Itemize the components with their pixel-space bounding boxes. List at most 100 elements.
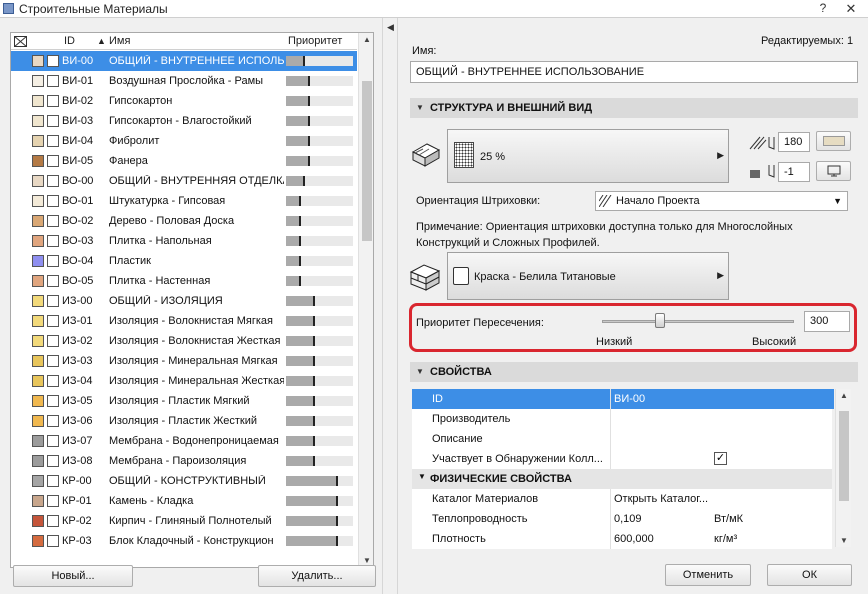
- display-button[interactable]: [816, 161, 851, 181]
- cancel-button[interactable]: Отменить: [665, 564, 751, 586]
- property-value[interactable]: 0,109: [614, 513, 642, 525]
- help-icon[interactable]: ?: [812, 1, 834, 16]
- physical-property-row[interactable]: Теплопроводность 0,109 Вт/мК: [412, 509, 832, 529]
- delete-button[interactable]: Удалить...: [258, 565, 376, 587]
- physical-property-row[interactable]: Плотность 600,000 кг/м³: [412, 529, 832, 549]
- properties-section-header[interactable]: ▼ СВОЙСТВА: [410, 362, 858, 382]
- material-fill-swatch: [32, 275, 44, 287]
- editable-count: Редактируемых: 1: [761, 35, 854, 47]
- material-fill-swatch: [32, 55, 44, 67]
- property-row[interactable]: ID ВИ-00: [412, 389, 832, 409]
- material-row[interactable]: ВО-04 Пластик: [11, 251, 357, 271]
- scroll-down-icon[interactable]: ▼: [363, 556, 371, 565]
- materials-list[interactable]: ID ▲ Имя Приоритет ВИ-00 ОБЩИЙ - ВНУТРЕНН…: [10, 32, 374, 568]
- material-row[interactable]: КР-01 Камень - Кладка: [11, 491, 357, 511]
- chevron-right-icon: ▶: [717, 150, 724, 160]
- material-row[interactable]: ВИ-04 Фибролит: [11, 131, 357, 151]
- list-scrollbar[interactable]: ▲ ▼: [358, 33, 373, 567]
- priority-bar-fill: [286, 476, 337, 486]
- name-field[interactable]: ОБЩИЙ - ВНУТРЕННЕЕ ИСПОЛЬЗОВАНИЕ: [410, 61, 858, 83]
- priority-bar: [286, 156, 353, 166]
- pen-color-button[interactable]: [816, 131, 851, 151]
- list-rows: ВИ-00ОБЩИЙ - ВНУТРЕННЕЕ ИСПОЛЬЗОВАВИ-01В…: [11, 51, 357, 551]
- scroll-down-icon[interactable]: ▼: [840, 536, 848, 545]
- property-value[interactable]: ВИ-00: [614, 393, 645, 405]
- material-row[interactable]: ВИ-01 Воздушная Прослойка - Рамы: [11, 71, 357, 91]
- pen-color-swatch: [823, 136, 845, 146]
- property-row[interactable]: Описание: [412, 429, 832, 449]
- material-row[interactable]: ИЗ-06 Изоляция - Пластик Жесткий: [11, 411, 357, 431]
- material-surface-swatch: [47, 75, 59, 87]
- close-icon[interactable]: ✕: [840, 1, 862, 16]
- material-row[interactable]: ИЗ-05 Изоляция - Пластик Мягкий: [11, 391, 357, 411]
- checkbox-checked-icon[interactable]: ✓: [714, 452, 727, 465]
- properties-scrollbar[interactable]: ▲ ▼: [835, 389, 851, 547]
- material-row[interactable]: ВИ-05 Фанера: [11, 151, 357, 171]
- material-row[interactable]: ИЗ-07 Мембрана - Водонепроницаемая: [11, 431, 357, 451]
- new-button[interactable]: Новый...: [13, 565, 133, 587]
- priority-slider-knob[interactable]: [654, 313, 665, 328]
- material-row[interactable]: ИЗ-08 Мембрана - Пароизоляция: [11, 451, 357, 471]
- property-row[interactable]: Производитель: [412, 409, 832, 429]
- column-settings-icon[interactable]: [14, 36, 27, 47]
- priority-bar: [286, 516, 353, 526]
- material-row[interactable]: ВИ-00 ОБЩИЙ - ВНУТРЕННЕЕ ИСПОЛЬЗОВА: [11, 51, 357, 71]
- fill-label: 25 %: [480, 151, 506, 163]
- material-row[interactable]: ИЗ-02 Изоляция - Волокнистая Жесткая: [11, 331, 357, 351]
- property-row[interactable]: Участвует в Обнаружении Колл... ✓: [412, 449, 832, 469]
- priority-bar-fill: [286, 516, 337, 526]
- priority-bar-marker: [312, 436, 315, 446]
- surface-button[interactable]: Краска - Белила Титановые ▶: [447, 252, 729, 300]
- property-value[interactable]: Открыть Каталог...: [614, 493, 708, 505]
- pane-splitter[interactable]: ◀: [382, 18, 398, 594]
- collapse-arrow-icon[interactable]: ◀: [387, 22, 394, 33]
- material-row[interactable]: ИЗ-03 Изоляция - Минеральная Мягкая: [11, 351, 357, 371]
- priority-bar-marker: [312, 356, 315, 366]
- material-surface-swatch: [47, 255, 59, 267]
- priority-field[interactable]: 300: [804, 311, 850, 332]
- scroll-thumb[interactable]: [362, 81, 372, 241]
- expand-triangle-icon: ▼: [418, 472, 426, 481]
- pen-field[interactable]: 180: [778, 132, 810, 152]
- material-row[interactable]: ВИ-03 Гипсокартон - Влагостойкий: [11, 111, 357, 131]
- column-header-name[interactable]: Имя: [109, 35, 130, 47]
- material-surface-swatch: [47, 335, 59, 347]
- orientation-label: Ориентация Штриховки:: [416, 195, 541, 207]
- material-row[interactable]: ИЗ-04 Изоляция - Минеральная Жесткая: [11, 371, 357, 391]
- material-row[interactable]: ВИ-02 Гипсокартон: [11, 91, 357, 111]
- material-row[interactable]: ВО-00 ОБЩИЙ - ВНУТРЕННЯЯ ОТДЕЛКА: [11, 171, 357, 191]
- material-row[interactable]: КР-02 Кирпич - Глиняный Полнотелый: [11, 511, 357, 531]
- physical-property-row[interactable]: Каталог Материалов Открыть Каталог...: [412, 489, 832, 509]
- material-row[interactable]: ВО-01 Штукатурка - Гипсовая: [11, 191, 357, 211]
- priority-bar-marker: [299, 236, 302, 246]
- sort-asc-icon: ▲: [97, 36, 106, 46]
- priority-slider-track[interactable]: [602, 320, 794, 323]
- property-unit: Вт/мК: [714, 513, 744, 525]
- orientation-select[interactable]: Начало Проекта ▼: [595, 191, 848, 211]
- column-header-priority[interactable]: Приоритет: [288, 35, 342, 47]
- column-header-id[interactable]: ID: [64, 35, 75, 47]
- material-name: Воздушная Прослойка - Рамы: [109, 75, 264, 87]
- material-row[interactable]: ИЗ-01 Изоляция - Волокнистая Мягкая: [11, 311, 357, 331]
- material-name: Изоляция - Минеральная Мягкая: [109, 355, 278, 367]
- material-surface-swatch: [47, 135, 59, 147]
- property-value[interactable]: 600,000: [614, 533, 654, 545]
- material-row[interactable]: КР-03 Блок Кладочный - Конструкцион: [11, 531, 357, 551]
- name-label: Имя:: [412, 45, 437, 57]
- structure-section-header[interactable]: ▼ СТРУКТУРА И ВНЕШНИЙ ВИД: [410, 98, 858, 118]
- physical-properties-header[interactable]: ▼ ФИЗИЧЕСКИЕ СВОЙСТВА: [412, 469, 832, 489]
- scroll-up-icon[interactable]: ▲: [363, 35, 371, 44]
- cut-fill-button[interactable]: 25 % ▶: [447, 129, 729, 183]
- scroll-up-icon[interactable]: ▲: [840, 391, 848, 400]
- priority-bar-marker: [302, 56, 305, 66]
- material-row[interactable]: ВО-03 Плитка - Напольная: [11, 231, 357, 251]
- ok-button[interactable]: ОК: [767, 564, 852, 586]
- material-row[interactable]: ВО-05 Плитка - Настенная: [11, 271, 357, 291]
- priority-bar-marker: [312, 296, 315, 306]
- material-row[interactable]: КР-00 ОБЩИЙ - КОНСТРУКТИВНЫЙ: [11, 471, 357, 491]
- material-row[interactable]: ИЗ-00 ОБЩИЙ - ИЗОЛЯЦИЯ: [11, 291, 357, 311]
- materials-pane: ID ▲ Имя Приоритет ВИ-00 ОБЩИЙ - ВНУТРЕНН…: [0, 18, 382, 594]
- material-row[interactable]: ВО-02 Дерево - Половая Доска: [11, 211, 357, 231]
- background-pen-field[interactable]: -1: [778, 162, 810, 182]
- scroll-thumb[interactable]: [839, 411, 849, 501]
